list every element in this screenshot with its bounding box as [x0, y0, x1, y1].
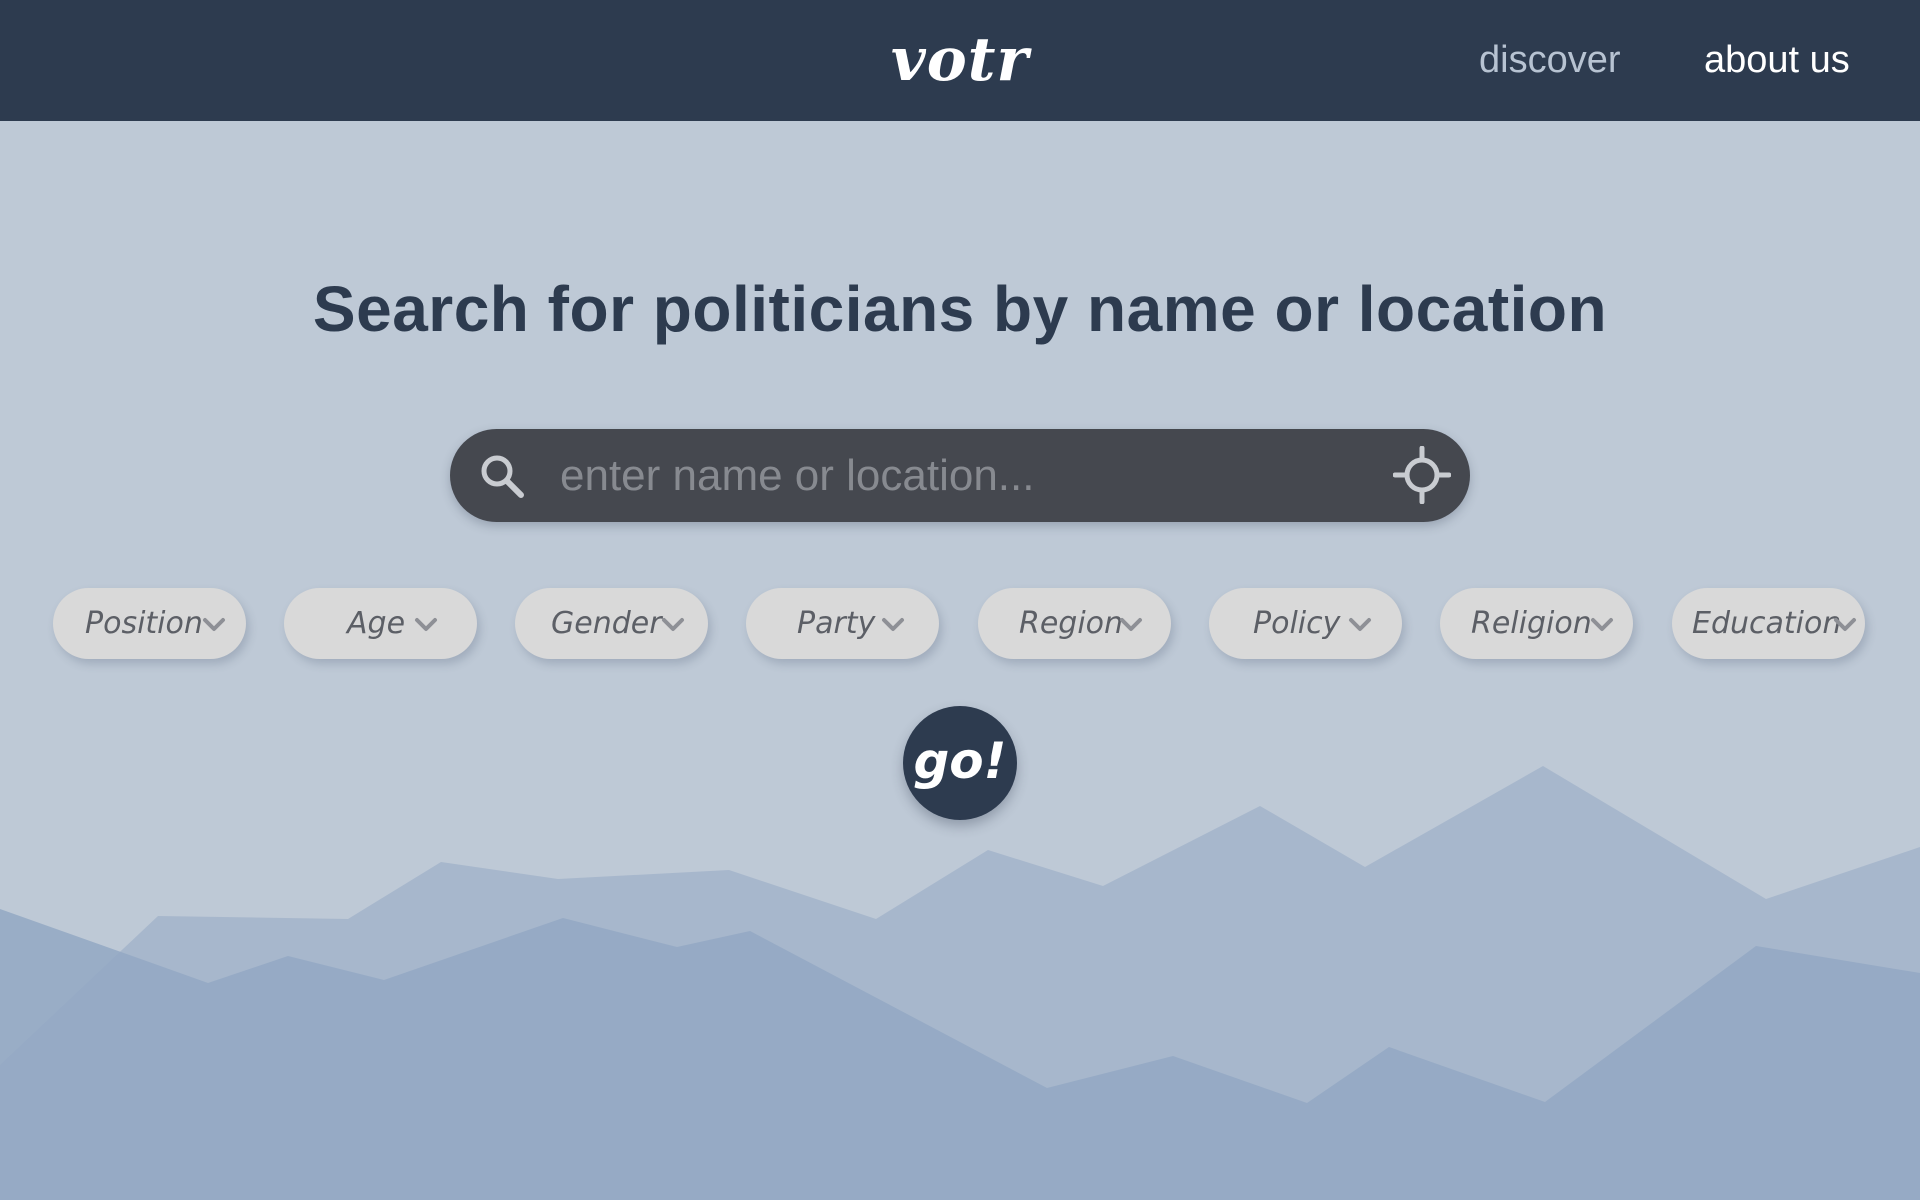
nav-discover-link[interactable]: discover	[1479, 0, 1621, 121]
chevron-down-icon	[415, 618, 437, 631]
search-icon[interactable]	[477, 451, 529, 503]
filter-religion-dropdown[interactable]: Religion	[1440, 588, 1633, 659]
filter-label: Policy	[1253, 606, 1341, 641]
filter-label: Region	[1019, 606, 1124, 641]
logo-text[interactable]: votr	[891, 25, 1029, 95]
filter-bar: Position Age Gender Party Region Policy …	[0, 588, 1920, 659]
filter-policy-dropdown[interactable]: Policy	[1209, 588, 1402, 659]
filter-position-dropdown[interactable]: Position	[53, 588, 246, 659]
filter-label: Religion	[1471, 606, 1592, 641]
filter-label: Party	[797, 606, 876, 641]
filter-label: Age	[347, 606, 406, 641]
chevron-down-icon	[203, 618, 225, 631]
page-headline: Search for politicians by name or locati…	[312, 273, 1608, 345]
nav-about-us-link[interactable]: about us	[1704, 0, 1850, 121]
page: votr discover about us Search for politi…	[0, 0, 1920, 1200]
go-button[interactable]: go!	[903, 706, 1017, 820]
chevron-down-icon	[1349, 618, 1371, 631]
search-bar	[450, 429, 1470, 522]
filter-label: Education	[1692, 606, 1842, 641]
filter-label: Position	[85, 606, 203, 641]
crosshair-locate-icon[interactable]	[1393, 446, 1451, 504]
filter-region-dropdown[interactable]: Region	[978, 588, 1171, 659]
filter-party-dropdown[interactable]: Party	[746, 588, 939, 659]
chevron-down-icon	[882, 618, 904, 631]
filter-label: Gender	[551, 606, 662, 641]
search-input[interactable]	[560, 429, 1320, 522]
chevron-down-icon	[662, 618, 684, 631]
chevron-down-icon	[1591, 618, 1613, 631]
filter-age-dropdown[interactable]: Age	[284, 588, 477, 659]
filter-gender-dropdown[interactable]: Gender	[515, 588, 708, 659]
filter-education-dropdown[interactable]: Education	[1672, 588, 1865, 659]
chevron-down-icon	[1120, 618, 1142, 631]
chevron-down-icon	[1834, 618, 1856, 631]
